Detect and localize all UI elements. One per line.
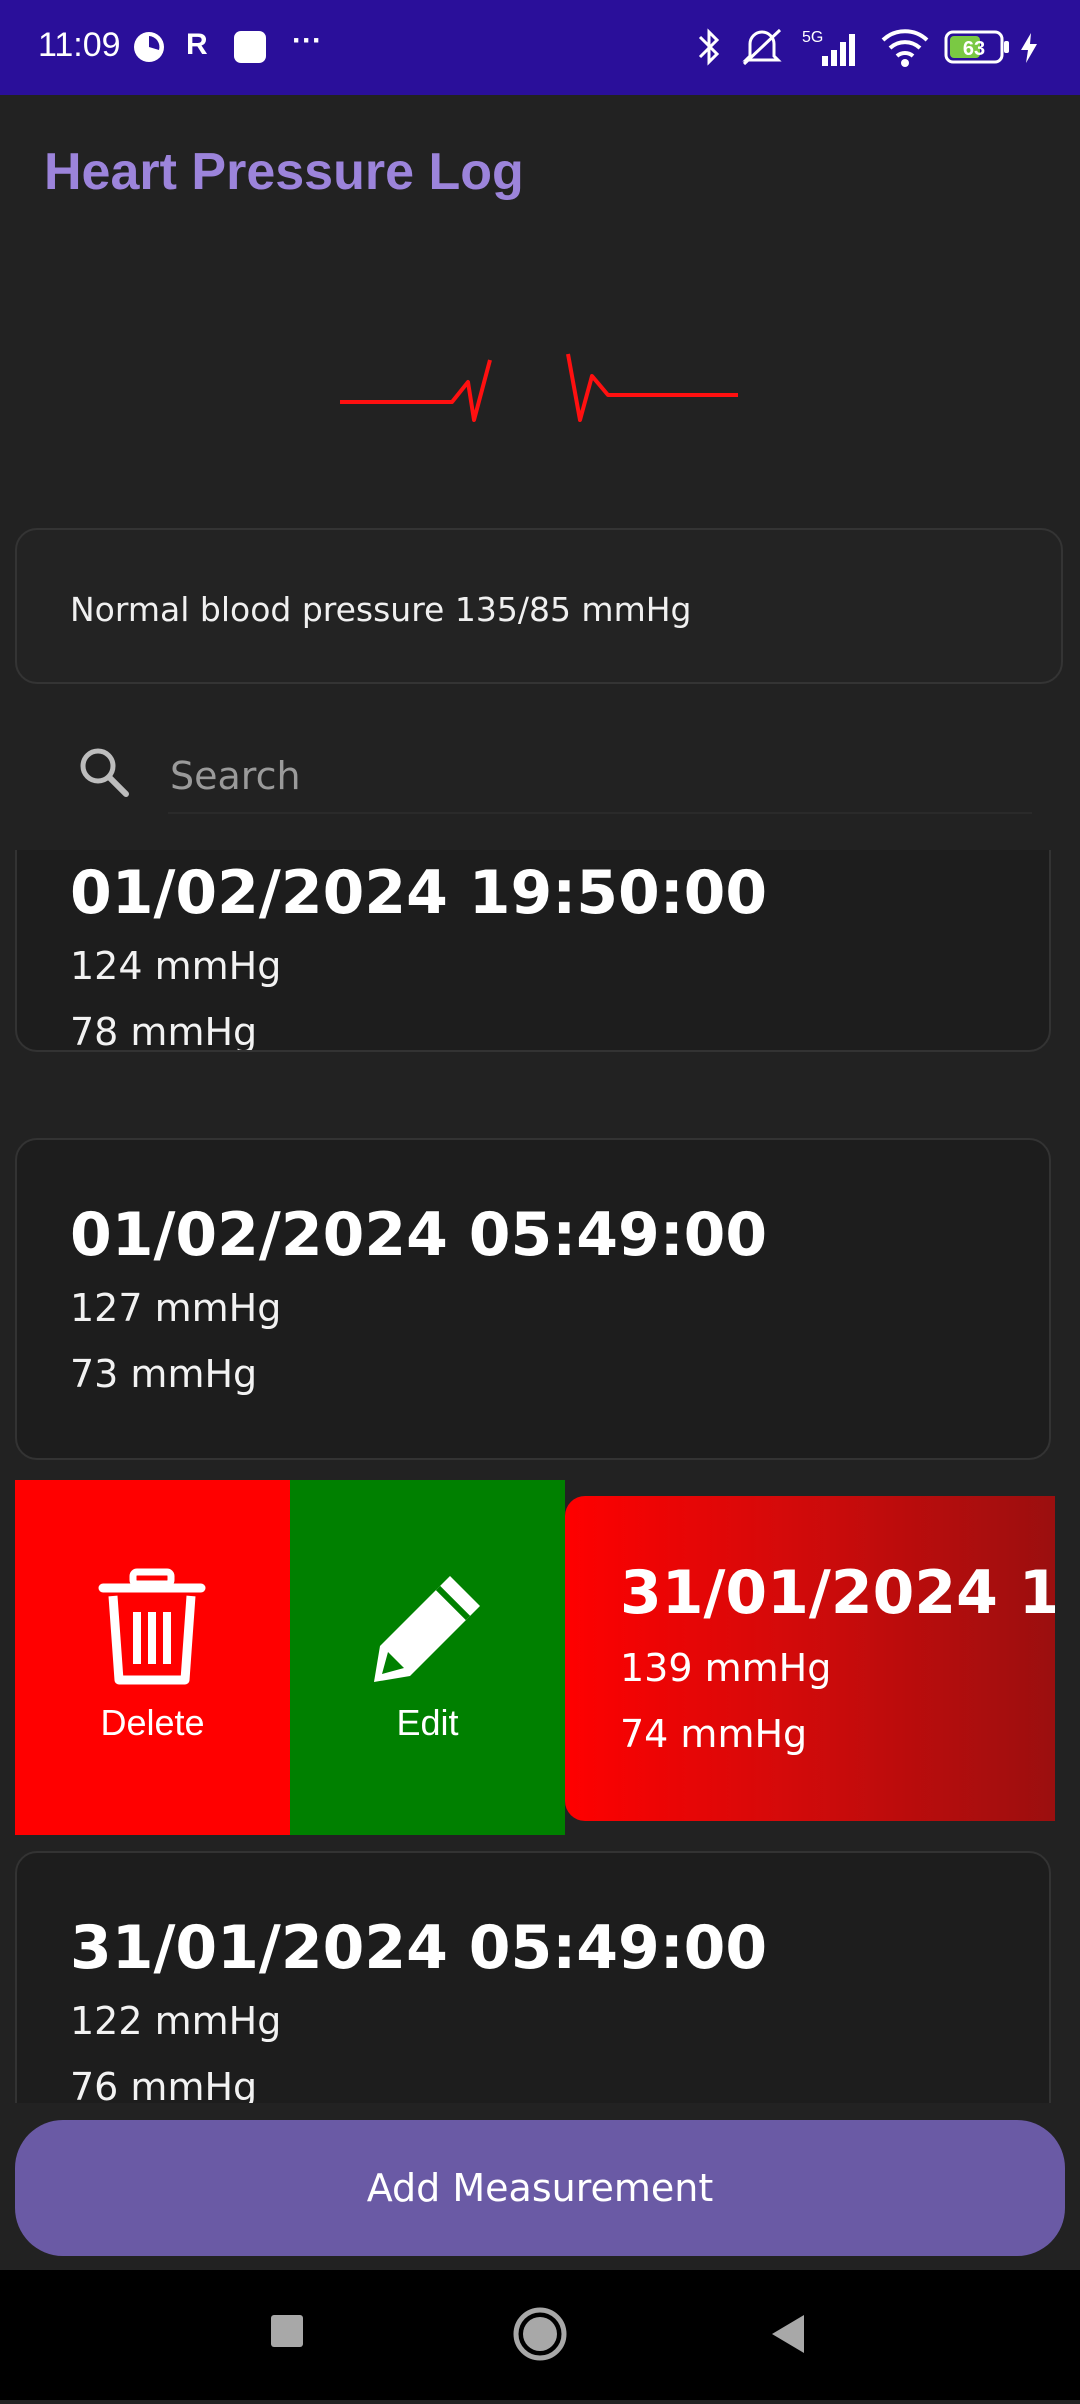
entry-diastolic: 73 mmHg: [70, 1352, 258, 1396]
entry-date: 31/01/2024 19:4: [620, 1558, 1055, 1628]
entry-diastolic: 78 mmHg: [70, 1010, 258, 1052]
r-status-icon: R: [186, 28, 208, 61]
entry-date: 31/01/2024 05:49:00: [70, 1913, 768, 1983]
normal-pressure-info: Normal blood pressure 135/85 mmHg: [70, 590, 692, 629]
heartbeat-icon: [340, 353, 738, 422]
square-icon[interactable]: [227, 2270, 347, 2400]
edit-button[interactable]: Edit: [290, 1480, 565, 1835]
mute-bell-icon: [738, 24, 786, 74]
app-status-icon: [233, 30, 267, 68]
entry-diastolic: 74 mmHg: [620, 1712, 808, 1756]
battery-level: 63: [963, 38, 985, 60]
wifi-icon: [880, 26, 930, 72]
pie-status-icon: [132, 30, 166, 68]
entry-systolic: 122 mmHg: [70, 1999, 282, 2043]
entry-diastolic: 76 mmHg: [70, 2065, 258, 2103]
back-triangle-icon[interactable]: [728, 2270, 848, 2400]
list-item[interactable]: 31/01/2024 05:49:00 122 mmHg 76 mmHg: [15, 1851, 1051, 2103]
status-bar: 11:09 R ··· 5G 63: [0, 0, 1080, 95]
list-item-swiped[interactable]: 31/01/2024 19:4 139 mmHg 74 mmHg: [565, 1496, 1055, 1821]
battery-icon: 63: [944, 30, 1010, 68]
entry-systolic: 127 mmHg: [70, 1286, 282, 1330]
entry-systolic: 139 mmHg: [620, 1646, 832, 1690]
pencil-icon: [368, 1568, 488, 1692]
add-measurement-button[interactable]: Add Measurement: [15, 2120, 1065, 2256]
list-item[interactable]: 01/02/2024 05:49:00 127 mmHg 73 mmHg: [15, 1138, 1051, 1460]
edit-label: Edit: [396, 1702, 459, 1743]
delete-button[interactable]: Delete: [15, 1480, 290, 1835]
system-nav-bar: [0, 2270, 1080, 2400]
network-type-label: 5G: [802, 29, 823, 46]
status-time: 11:09: [38, 26, 121, 64]
circle-icon[interactable]: [480, 2270, 600, 2400]
page-title: Heart Pressure Log: [44, 143, 524, 201]
search-input[interactable]: [168, 740, 1032, 814]
more-notifications-icon: ···: [292, 24, 322, 57]
charging-icon: [1018, 32, 1040, 68]
delete-label: Delete: [100, 1702, 205, 1743]
measurement-list[interactable]: 01/02/2024 19:50:00 124 mmHg 78 mmHg 01/…: [0, 850, 1080, 2103]
entry-systolic: 124 mmHg: [70, 944, 282, 988]
cell-signal-icon: 5G: [800, 24, 862, 74]
entry-date: 01/02/2024 05:49:00: [70, 1200, 768, 1270]
entry-date: 01/02/2024 19:50:00: [70, 858, 768, 928]
search-icon[interactable]: [74, 742, 134, 806]
search-bar: [0, 720, 1080, 830]
trash-icon: [97, 1568, 207, 1692]
list-item[interactable]: 01/02/2024 19:50:00 124 mmHg 78 mmHg: [15, 850, 1051, 1052]
info-card: Normal blood pressure 135/85 mmHg: [15, 528, 1063, 684]
bluetooth-icon: [696, 26, 722, 72]
